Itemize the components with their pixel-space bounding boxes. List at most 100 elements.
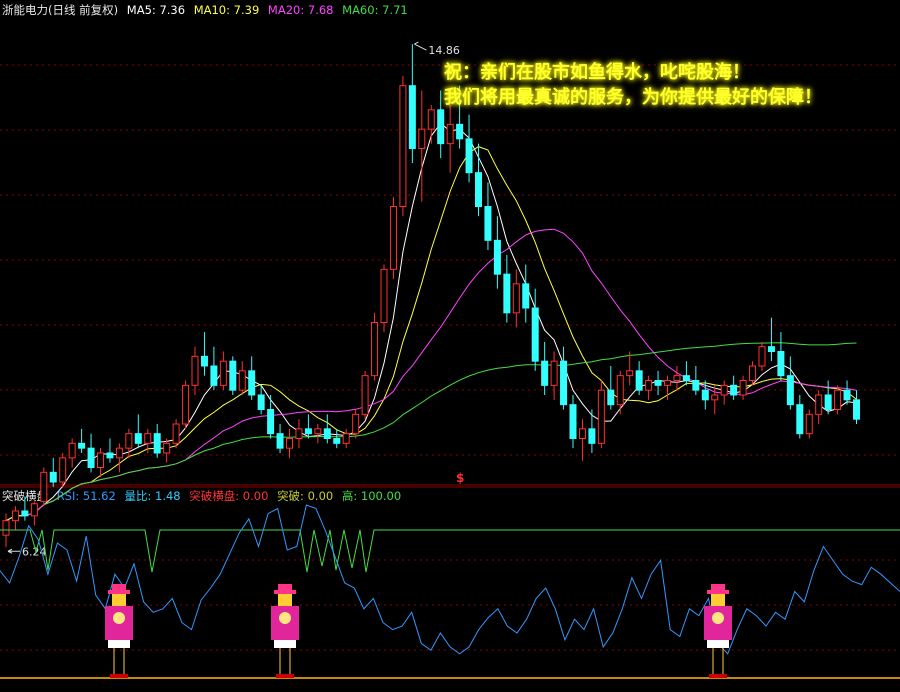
candle-body bbox=[314, 428, 322, 435]
candle-body bbox=[276, 433, 284, 449]
money-bag-icon bbox=[279, 612, 291, 624]
candle-body bbox=[465, 138, 473, 174]
ma10-line bbox=[5, 146, 857, 522]
mascot-feet bbox=[110, 674, 128, 678]
candle-body bbox=[626, 370, 634, 377]
candle-body bbox=[805, 413, 813, 435]
candle-body bbox=[664, 380, 671, 386]
candle-body bbox=[200, 355, 208, 367]
candle-body bbox=[569, 404, 577, 439]
candle-body bbox=[257, 394, 265, 410]
candle-body bbox=[40, 471, 48, 502]
candle-body bbox=[654, 380, 662, 386]
candle-body bbox=[295, 428, 303, 440]
rsi-line bbox=[0, 504, 900, 655]
candle-body bbox=[531, 307, 539, 362]
mascot-feet bbox=[276, 674, 294, 678]
candle-body bbox=[824, 394, 832, 410]
candle-body bbox=[560, 360, 568, 406]
candle-body bbox=[588, 428, 596, 444]
candle-body bbox=[512, 283, 520, 314]
candle-body bbox=[219, 360, 227, 386]
candle-body bbox=[635, 370, 643, 391]
candle-body bbox=[720, 384, 728, 396]
candle-body bbox=[144, 433, 152, 444]
candle-body bbox=[59, 457, 67, 483]
ma20-line bbox=[24, 228, 857, 517]
low-arrow bbox=[7, 548, 20, 554]
mascot-belt bbox=[707, 640, 729, 648]
candle-body bbox=[248, 370, 256, 396]
candle-body bbox=[78, 442, 86, 449]
candle-body bbox=[87, 447, 95, 468]
mascot-hat-brim bbox=[274, 590, 296, 594]
candle-body bbox=[503, 273, 511, 314]
candle-body bbox=[49, 471, 57, 483]
candle-body bbox=[427, 109, 435, 130]
candle-body bbox=[834, 389, 842, 410]
candle-body bbox=[11, 510, 19, 522]
candle-body bbox=[21, 510, 29, 517]
mascot-hat-brim bbox=[108, 590, 130, 594]
candle-body bbox=[701, 389, 709, 401]
candle-body bbox=[616, 375, 624, 406]
candle-body bbox=[578, 428, 586, 440]
candle-body bbox=[711, 394, 719, 401]
candle-body bbox=[550, 360, 558, 386]
candle-body bbox=[153, 433, 161, 454]
candle-body bbox=[446, 123, 454, 145]
indicator-panel bbox=[0, 504, 900, 679]
candle-body bbox=[767, 346, 775, 352]
candle-body bbox=[758, 346, 766, 367]
candle-body bbox=[210, 365, 218, 386]
candle-body bbox=[267, 409, 275, 435]
money-bag-icon bbox=[712, 612, 724, 624]
mascot-hat bbox=[278, 584, 292, 590]
candle-body bbox=[673, 375, 681, 381]
candle-body bbox=[371, 322, 379, 377]
candle-body bbox=[437, 109, 445, 145]
candle-body bbox=[418, 128, 426, 150]
candle-body bbox=[68, 442, 76, 459]
high-price-label: 14.86 bbox=[428, 44, 460, 57]
banner-line-1: 祝：亲们在股市如鱼得水，叱咤股海！ bbox=[444, 62, 750, 83]
candle-body bbox=[238, 370, 246, 391]
candle-body bbox=[408, 85, 416, 149]
mascot-hat bbox=[112, 584, 126, 590]
candle-body bbox=[361, 375, 369, 415]
candle-body bbox=[522, 283, 530, 309]
candle-body bbox=[399, 85, 407, 207]
high-arrow bbox=[414, 41, 427, 51]
candle-body bbox=[30, 503, 38, 517]
greeting-banner: 祝：亲们在股市如鱼得水，叱咤股海！ 我们将用最真诚的服务，为你提供最好的保障！ bbox=[444, 60, 822, 110]
money-bag-icon bbox=[113, 612, 125, 624]
mascot-hat-brim bbox=[707, 590, 729, 594]
stock-chart-window: { "header": { "title": "浙能电力(日线 前复权)", "… bbox=[0, 0, 900, 692]
banner-line-2: 我们将用最真诚的服务，为你提供最好的保障！ bbox=[444, 87, 822, 108]
candle-body bbox=[456, 123, 464, 140]
candle-body bbox=[777, 351, 785, 377]
candle-body bbox=[389, 206, 397, 270]
candle-body bbox=[115, 447, 123, 459]
candle-body bbox=[682, 375, 690, 381]
candle-body bbox=[342, 433, 350, 444]
candle-body bbox=[692, 380, 700, 391]
candle-body bbox=[125, 433, 133, 449]
candle-body bbox=[607, 389, 615, 406]
mascot-face bbox=[711, 594, 725, 606]
candle-body bbox=[2, 520, 10, 536]
candle-body bbox=[304, 428, 312, 435]
candle-body bbox=[739, 380, 747, 396]
ma5-line bbox=[5, 122, 857, 522]
candle-body bbox=[191, 355, 199, 386]
candle-body bbox=[730, 384, 738, 396]
candle-body bbox=[182, 384, 190, 425]
candle-body bbox=[286, 438, 293, 449]
mascot-belt bbox=[274, 640, 296, 648]
high-line bbox=[0, 529, 900, 573]
dollar-marker: $ bbox=[456, 471, 464, 485]
moving-average-lines bbox=[5, 122, 857, 522]
candle-body bbox=[749, 365, 757, 381]
candle-body bbox=[786, 375, 794, 406]
candle-body bbox=[172, 423, 180, 444]
